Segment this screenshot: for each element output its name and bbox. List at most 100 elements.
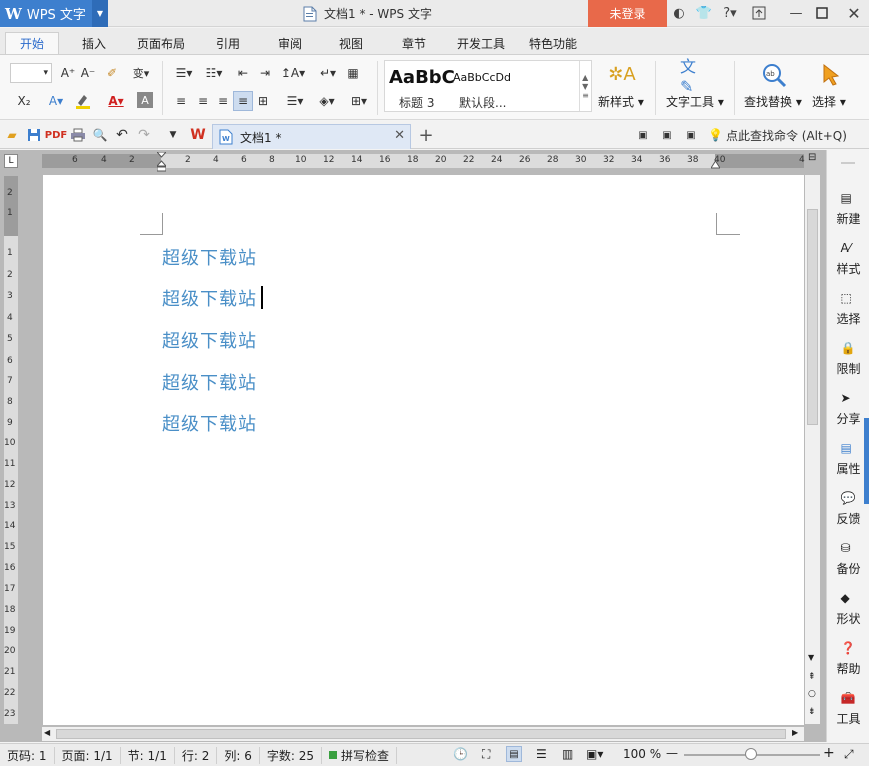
upload-icon[interactable] xyxy=(751,5,767,21)
maximize-icon[interactable] xyxy=(814,5,830,21)
side-help[interactable]: ❓ 帮助 xyxy=(827,636,869,682)
phonetic-guide-icon[interactable]: 变▾ xyxy=(128,64,154,82)
vertical-scrollbar[interactable]: ▼ ⇞ ○ ⇟ xyxy=(805,175,820,724)
gallery-scroll[interactable]: ▲ ▼ ≡ xyxy=(579,61,591,111)
side-shape[interactable]: ◆ 形状 xyxy=(827,586,869,632)
tab-view[interactable]: 视图 xyxy=(339,32,363,54)
prev-page-icon[interactable]: ⇞ xyxy=(808,672,816,682)
decrease-indent-icon[interactable]: ⇤ xyxy=(234,64,252,82)
document-paragraph[interactable]: 超级下载站 xyxy=(162,369,257,395)
side-properties[interactable]: ▤ 属性 xyxy=(827,436,869,482)
document-paragraph[interactable]: 超级下载站 xyxy=(162,327,257,353)
zoom-slider-thumb[interactable] xyxy=(745,748,757,760)
new-style-button[interactable]: 新样式 ▾ xyxy=(598,93,644,110)
distributed-icon[interactable]: ⊞ xyxy=(254,92,272,110)
tab-special[interactable]: 特色功能 xyxy=(529,32,577,54)
align-left-icon[interactable]: ≡ xyxy=(172,92,190,110)
scroll-right-icon[interactable]: ▶ xyxy=(792,728,798,737)
text-tools-button[interactable]: 文字工具 ▾ xyxy=(666,93,724,110)
table-icon[interactable]: ▦ xyxy=(344,64,362,82)
document-page[interactable] xyxy=(43,175,804,725)
open-folder-icon[interactable]: ▰ xyxy=(4,127,20,143)
scroll-left-icon[interactable]: ◀ xyxy=(44,728,50,737)
panel-icon-1[interactable]: ▣ xyxy=(636,128,650,142)
tab-home[interactable]: 开始 xyxy=(5,32,59,54)
document-tab[interactable]: W 文档1 * ✕ xyxy=(212,124,411,149)
print-icon[interactable] xyxy=(70,127,86,143)
chevron-down-icon[interactable]: ▼ xyxy=(92,0,108,27)
panel-icon-3[interactable]: ▣ xyxy=(684,128,698,142)
tab-insert[interactable]: 插入 xyxy=(82,32,106,54)
status-words[interactable]: 字数: 25 xyxy=(260,746,322,764)
zoom-level[interactable]: 100 % xyxy=(623,747,661,761)
horizontal-scrollbar[interactable]: ◀ ▶ xyxy=(42,727,804,741)
side-feedback[interactable]: 💬 反馈 xyxy=(827,486,869,532)
zoom-in-icon[interactable]: + xyxy=(823,745,835,761)
tab-page-layout[interactable]: 页面布局 xyxy=(137,32,185,54)
document-paragraph[interactable]: 超级下载站 xyxy=(162,285,257,311)
find-replace-button[interactable]: 查找替换 ▾ xyxy=(744,93,802,110)
new-style-icon[interactable]: ✲A xyxy=(608,61,636,87)
clear-format-icon[interactable]: ✐ xyxy=(104,64,120,82)
line-break-icon[interactable]: ↵▾ xyxy=(316,64,340,82)
subscript-icon[interactable]: X₂ xyxy=(14,92,34,110)
save-icon[interactable] xyxy=(26,127,42,143)
text-effect-icon[interactable]: A▾ xyxy=(44,92,68,110)
align-center-icon[interactable]: ≡ xyxy=(194,92,212,110)
wps-red-logo-icon[interactable]: W xyxy=(188,126,208,144)
qa-dropdown-icon[interactable]: ▼ xyxy=(166,127,180,143)
vertical-scroll-thumb[interactable] xyxy=(807,209,818,425)
tab-developer[interactable]: 开发工具 xyxy=(457,32,505,54)
tab-references[interactable]: 引用 xyxy=(216,32,240,54)
print-preview-icon[interactable]: 🔍 xyxy=(92,127,108,143)
fit-window-icon[interactable]: ⤢ xyxy=(844,747,854,762)
side-backup[interactable]: ⛁ 备份 xyxy=(827,536,869,582)
export-pdf-icon[interactable]: PDF xyxy=(45,127,67,143)
align-right-icon[interactable]: ≡ xyxy=(214,92,232,110)
side-tools[interactable]: 🧰 工具 xyxy=(827,686,869,732)
select-browse-icon[interactable]: ○ xyxy=(808,689,816,699)
document-paragraph[interactable]: 超级下载站 xyxy=(162,410,257,436)
shirt-icon[interactable]: 👕 xyxy=(696,5,712,21)
text-tools-icon[interactable]: 文✎ xyxy=(680,57,708,96)
find-command-search[interactable]: 💡 点此查找命令 (Alt+Q) xyxy=(708,126,848,144)
spellcheck-toggle[interactable]: 拼写检查 xyxy=(322,746,397,764)
font-color-icon[interactable]: A▾ xyxy=(102,92,130,110)
bullet-list-icon[interactable]: ☰▾ xyxy=(170,64,198,82)
style-preview-default[interactable]: AaBbCcDd xyxy=(453,71,511,84)
outline-view-icon[interactable]: ☰ xyxy=(536,747,547,761)
redo-icon[interactable]: ↷ xyxy=(136,127,152,143)
side-share[interactable]: ➤ 分享 xyxy=(827,386,869,432)
login-button[interactable]: 未登录 xyxy=(588,0,667,27)
scroll-down-icon[interactable]: ▼ xyxy=(808,653,814,662)
split-view-icon[interactable]: ⊟ xyxy=(808,152,820,164)
tab-chapter[interactable]: 章节 xyxy=(402,32,426,54)
help-menu-icon[interactable]: ?▾ xyxy=(720,5,740,21)
shading-fill-icon[interactable]: ◈▾ xyxy=(314,92,340,110)
side-new[interactable]: ▤ 新建 xyxy=(827,186,869,232)
increase-indent-icon[interactable]: ⇥ xyxy=(256,64,274,82)
border-icon[interactable]: ⊞▾ xyxy=(346,92,372,110)
char-shading-icon[interactable]: A xyxy=(137,92,153,108)
style-preview-heading3[interactable]: AaBbC xyxy=(389,67,455,88)
app-menu-button[interactable]: W WPS 文字 ▼ xyxy=(0,0,108,27)
side-select[interactable]: ⬚ 选择 xyxy=(827,286,869,332)
document-paragraph[interactable]: 超级下载站 xyxy=(162,244,257,270)
close-icon[interactable]: ✕ xyxy=(846,4,862,23)
select-button[interactable]: 选择 ▾ xyxy=(812,93,846,110)
history-icon[interactable]: 🕒 xyxy=(453,747,468,761)
fullscreen-icon[interactable]: ⛶ xyxy=(482,747,490,762)
shrink-font-icon[interactable]: A⁻ xyxy=(80,64,96,82)
minimize-icon[interactable]: — xyxy=(788,5,804,21)
horizontal-scroll-thumb[interactable] xyxy=(56,729,786,739)
select-cursor-icon[interactable] xyxy=(820,63,842,87)
undo-icon[interactable]: ↶ xyxy=(114,127,130,143)
font-size-select[interactable]: ▾ xyxy=(10,63,52,83)
right-indent-marker[interactable] xyxy=(711,160,720,169)
web-view-icon[interactable]: ▣▾ xyxy=(586,747,603,761)
tab-review[interactable]: 审阅 xyxy=(278,32,302,54)
indent-marker[interactable] xyxy=(157,152,166,172)
grow-font-icon[interactable]: A⁺ xyxy=(60,64,76,82)
skin-icon[interactable]: ◐ xyxy=(671,5,687,21)
find-replace-icon[interactable]: ab xyxy=(760,61,788,89)
